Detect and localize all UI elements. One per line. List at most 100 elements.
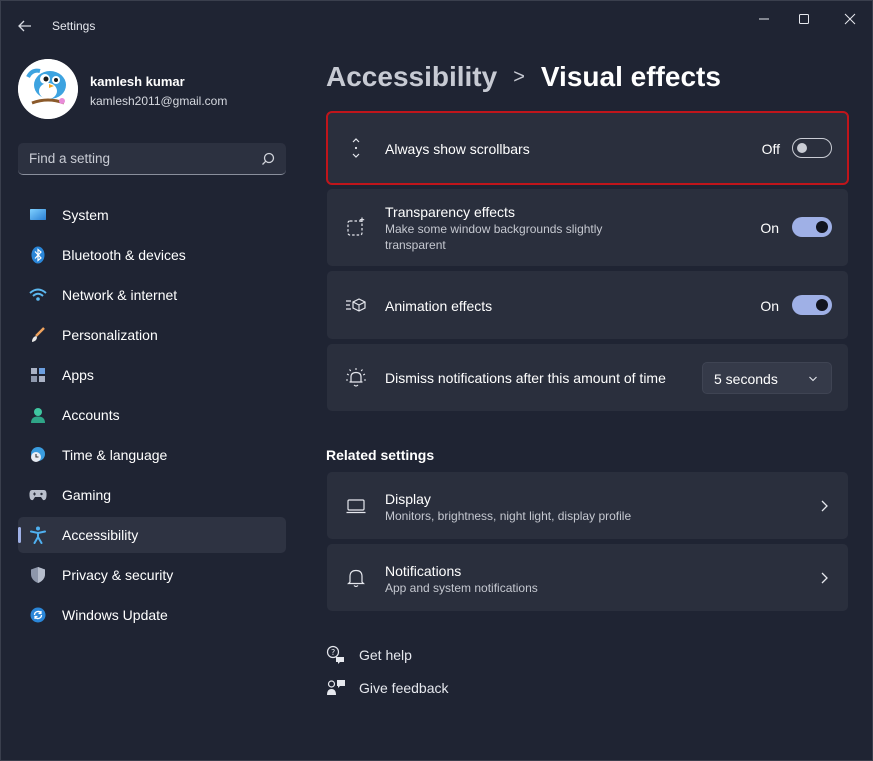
apps-icon [29,366,47,384]
wifi-icon [29,286,47,304]
minimize-icon [759,18,769,20]
breadcrumb: Accessibility > Visual effects [326,61,721,93]
close-icon [844,13,856,25]
bell-icon [345,567,367,589]
related-notifications[interactable]: Notifications App and system notificatio… [327,544,848,611]
dropdown-value: 5 seconds [714,371,778,387]
shield-icon [29,566,47,584]
related-title: Notifications [385,563,462,579]
setting-title: Always show scrollbars [385,141,530,157]
give-feedback-link[interactable]: Give feedback [326,678,449,698]
toggle-state-label: On [760,298,779,314]
breadcrumb-parent[interactable]: Accessibility [326,61,497,93]
search-input[interactable]: Find a setting [29,151,110,166]
sidebar-item-label: Gaming [62,487,112,503]
toggle-state-label: Off [761,141,780,157]
system-icon [29,206,47,224]
setting-title: Animation effects [385,298,493,314]
title-bar: Settings [1,1,872,49]
sidebar-item-label: Privacy & security [62,567,174,583]
sidebar-item-personalization[interactable]: Personalization [18,317,286,353]
setting-subtitle-line2: transparent [385,238,446,252]
toggle-knob [816,221,828,233]
sidebar-item-label: System [62,207,109,223]
close-button[interactable] [827,7,873,31]
svg-text:?: ? [331,648,335,657]
sidebar-item-windows-update[interactable]: Windows Update [18,597,286,633]
sidebar-item-bluetooth[interactable]: Bluetooth & devices [18,237,286,273]
sidebar-nav: System Bluetooth & devices Network & int… [18,197,286,637]
toggle-knob [797,143,807,153]
app-title: Settings [52,19,96,33]
sidebar-item-privacy-security[interactable]: Privacy & security [18,557,286,593]
get-help-link[interactable]: ? Get help [326,645,412,665]
sidebar-item-label: Time & language [62,447,168,463]
related-display[interactable]: Display Monitors, brightness, night ligh… [327,472,848,539]
related-subtitle: Monitors, brightness, night light, displ… [385,509,632,523]
sidebar-item-label: Personalization [62,327,158,343]
sidebar-item-network[interactable]: Network & internet [18,277,286,313]
breadcrumb-separator: > [513,65,525,88]
sidebar-item-accessibility[interactable]: Accessibility [18,517,286,553]
back-button[interactable] [13,15,37,37]
user-email: kamlesh2011@gmail.com [90,94,228,108]
feedback-icon [326,678,346,698]
scrollbars-toggle[interactable] [792,138,832,158]
chevron-right-icon [821,572,828,584]
bluetooth-icon [29,246,47,264]
sidebar-item-label: Accounts [62,407,120,423]
animation-icon [345,294,367,316]
animation-toggle[interactable] [792,295,832,315]
transparency-icon [345,216,367,238]
sidebar-item-gaming[interactable]: Gaming [18,477,286,513]
sidebar-item-label: Accessibility [62,527,139,543]
scrollbar-arrows-icon [345,137,367,159]
user-name: kamlesh kumar [90,74,185,89]
search-icon[interactable] [260,151,276,167]
monitor-icon [345,495,367,517]
sidebar-item-system[interactable]: System [18,197,286,233]
maximize-button[interactable] [781,7,827,31]
help-chat-icon: ? [326,645,346,665]
sidebar-item-label: Bluetooth & devices [62,247,186,263]
brush-icon [29,326,47,344]
sidebar-item-apps[interactable]: Apps [18,357,286,393]
toggle-knob [816,299,828,311]
sidebar-item-time-language[interactable]: Time & language [18,437,286,473]
setting-title: Dismiss notifications after this amount … [385,370,666,386]
give-feedback-label: Give feedback [359,680,449,696]
setting-title: Transparency effects [385,204,515,220]
person-icon [29,406,47,424]
accessibility-icon [29,526,47,544]
maximize-icon [799,14,809,24]
sidebar-item-label: Network & internet [62,287,178,303]
chevron-right-icon [821,500,828,512]
related-settings-heading: Related settings [326,447,435,463]
toggle-state-label: On [760,220,779,236]
sidebar-item-label: Windows Update [62,607,168,623]
get-help-label: Get help [359,647,412,663]
sidebar-item-accounts[interactable]: Accounts [18,397,286,433]
transparency-toggle[interactable] [792,217,832,237]
sidebar-item-label: Apps [62,367,94,383]
back-arrow-icon [18,20,31,32]
settings-window: Settings kamlesh kumar kamlesh2011@gmail… [0,0,873,761]
dismiss-time-dropdown[interactable]: 5 seconds [702,362,832,394]
related-title: Display [385,491,431,507]
user-profile[interactable]: kamlesh kumar kamlesh2011@gmail.com [18,59,288,119]
globe-clock-icon [29,446,47,464]
setting-transparency-effects: Transparency effects Make some window ba… [327,189,848,266]
gamepad-icon [29,486,47,504]
avatar [18,59,78,119]
notification-timer-icon [345,367,367,389]
setting-animation-effects: Animation effects On [327,271,848,339]
update-icon [29,606,47,624]
bird-avatar-icon [18,59,78,119]
chevron-down-icon [809,376,817,382]
setting-dismiss-notifications: Dismiss notifications after this amount … [327,344,848,411]
related-subtitle: App and system notifications [385,581,538,595]
setting-subtitle-line1: Make some window backgrounds slightly [385,222,603,236]
setting-always-show-scrollbars: Always show scrollbars Off [326,111,849,185]
search-box[interactable]: Find a setting [18,143,286,175]
page-title: Visual effects [540,61,721,92]
